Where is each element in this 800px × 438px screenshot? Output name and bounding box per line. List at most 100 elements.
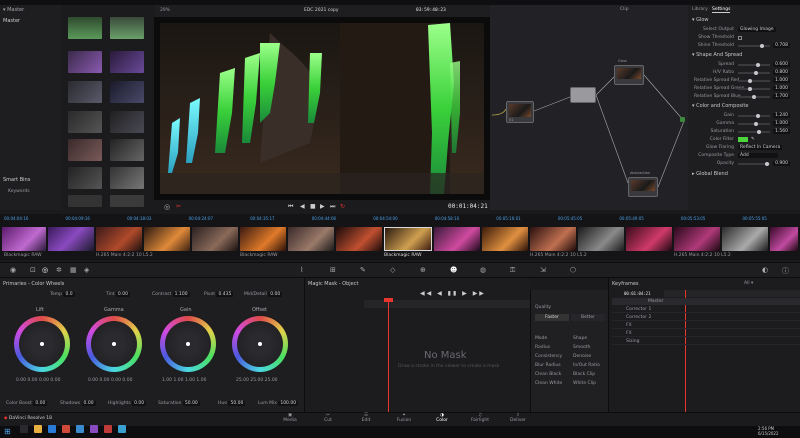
motion-effects-icon[interactable]: ◈: [84, 266, 89, 274]
node-splitter[interactable]: [570, 87, 596, 103]
media-thumb[interactable]: [68, 195, 102, 207]
window-icon[interactable]: ◇: [390, 266, 395, 274]
gain-wheel[interactable]: [160, 316, 216, 372]
glow-spread[interactable]: Spread 0.600: [694, 61, 790, 68]
timeline-clip[interactable]: [770, 227, 798, 251]
gamma-wheel[interactable]: [86, 316, 142, 372]
temp-control[interactable]: Temp 0.0: [50, 292, 75, 297]
camera-raw-icon[interactable]: ◉: [10, 266, 16, 274]
blur-icon[interactable]: ◍: [480, 266, 486, 274]
3d-icon[interactable]: ⬡: [570, 266, 576, 274]
pivot-control[interactable]: Pivot 0.435: [204, 292, 234, 297]
timeline-clip[interactable]: [434, 227, 480, 251]
timeline-clip-current[interactable]: [384, 227, 432, 251]
highlights-control[interactable]: Highlights 0.00: [108, 401, 147, 406]
color-wheels-icon[interactable]: ◎: [42, 266, 48, 274]
tracker-icon[interactable]: ⊕: [420, 266, 426, 274]
glow-flaring[interactable]: Glow Flaring Reflect In Camera: [694, 144, 790, 151]
mask-playhead-handle[interactable]: [384, 298, 393, 302]
page-tab-fairlight[interactable]: ♫ Fairlight: [460, 413, 500, 423]
timeline-clip[interactable]: [674, 227, 720, 251]
step-back-icon[interactable]: ◀: [300, 203, 305, 210]
glow-shine-threshold[interactable]: Shine Threshold 0.708: [694, 42, 790, 49]
glow-color-filter[interactable]: Color Filter ✎: [694, 136, 790, 143]
scopes-icon[interactable]: ◐: [762, 266, 768, 274]
contrast-control[interactable]: Contrast 1.100: [152, 292, 190, 297]
color-boost-control[interactable]: Color Boost 0.00: [6, 401, 48, 406]
loop-icon[interactable]: ↻: [340, 203, 345, 210]
app-icon[interactable]: [90, 425, 98, 433]
page-tab-media[interactable]: ▣ Media: [270, 413, 310, 423]
saturation-control[interactable]: Saturation 50.00: [158, 401, 200, 406]
page-tab-color[interactable]: ◑ Color: [422, 413, 462, 423]
search-icon[interactable]: [20, 425, 28, 433]
timeline-clip[interactable]: [336, 227, 382, 251]
sizing-icon[interactable]: ⇲: [540, 266, 546, 274]
media-thumb[interactable]: [110, 111, 144, 133]
media-thumb[interactable]: [68, 17, 102, 39]
lift-values[interactable]: 0.00 0.00 0.00 0.00: [16, 378, 60, 383]
resolve-taskbar-icon[interactable]: [104, 425, 112, 433]
smart-bins-header[interactable]: Smart Bins: [3, 177, 30, 183]
lift-wheel[interactable]: [14, 316, 70, 372]
media-thumb[interactable]: [110, 195, 144, 207]
mask-param-row[interactable]: Blur Radius In/Out Ratio: [535, 363, 607, 371]
flag-icon[interactable]: ✂: [176, 203, 181, 210]
mask-param-row[interactable]: Mode Shape: [535, 336, 607, 344]
keyframe-track[interactable]: Sizing: [612, 338, 800, 345]
media-thumb[interactable]: [110, 81, 144, 103]
sidebar-item-master[interactable]: Master: [3, 18, 20, 24]
timeline-clip[interactable]: [48, 227, 94, 251]
timeline-clip[interactable]: [722, 227, 768, 251]
node-editor[interactable]: Clip 01 Glow Abstraction: [490, 5, 688, 210]
viewer-frame[interactable]: [160, 23, 484, 194]
timeline-clip[interactable]: [482, 227, 528, 251]
media-thumb[interactable]: [68, 111, 102, 133]
timeline-clip[interactable]: [288, 227, 334, 251]
smart-bin-keywords[interactable]: Keywords: [8, 189, 30, 194]
node-01[interactable]: 01: [506, 101, 534, 123]
timeline-clip[interactable]: [96, 227, 142, 251]
media-thumb[interactable]: [68, 167, 102, 189]
timeline-clip[interactable]: [2, 227, 46, 251]
file-explorer-icon[interactable]: [34, 425, 42, 433]
media-thumb[interactable]: [110, 139, 144, 161]
mask-param-row[interactable]: Consistency Denoise: [535, 354, 607, 362]
glow-spread-red[interactable]: Relative Spread Red 1.000: [694, 77, 790, 84]
rgb-mixer-icon[interactable]: ▦: [70, 266, 77, 274]
keyframe-track[interactable]: Corrector 1: [612, 306, 800, 313]
keyframes-master-row[interactable]: Master: [612, 298, 800, 305]
keyframe-track[interactable]: Corrector 2: [612, 314, 800, 321]
timeline-clip[interactable]: [192, 227, 238, 251]
hue-control[interactable]: Hue 50.00: [218, 401, 246, 406]
rewind-icon[interactable]: ⏮: [288, 203, 293, 211]
glow-spread-blue[interactable]: Relative Spread Blue 1.700: [694, 93, 790, 100]
node-abstraction[interactable]: [628, 177, 658, 197]
node-glow[interactable]: [614, 65, 644, 85]
page-tab-fusion[interactable]: ✦ Fusion: [384, 413, 424, 423]
mask-param-row[interactable]: Radius Smooth: [535, 345, 607, 353]
middetail-control[interactable]: Mid/Detail 0.00: [244, 292, 283, 297]
glow-show-threshold[interactable]: Show Threshold: [694, 34, 790, 41]
page-tab-deliver[interactable]: ⇪ Deliver: [498, 413, 538, 423]
node-output[interactable]: [680, 117, 685, 122]
tab-settings[interactable]: Settings: [712, 7, 731, 13]
onion-skin-icon[interactable]: ◎: [164, 203, 170, 211]
timeline-clip[interactable]: [578, 227, 624, 251]
hdr-icon[interactable]: ✲: [56, 266, 62, 274]
offset-values[interactable]: 25.00 25.00 25.00: [236, 378, 278, 383]
glow-spread-green[interactable]: Relative Spread Green 1.000: [694, 85, 790, 92]
magic-mask-transport[interactable]: ◀◀ ◀ ▮▮ ▶ ▶▶: [420, 290, 486, 297]
mail-icon[interactable]: [76, 425, 84, 433]
app-icon[interactable]: [118, 425, 126, 433]
play-icon[interactable]: ▶: [320, 203, 325, 210]
page-tab-cut[interactable]: ✂ Cut: [308, 413, 348, 423]
magic-mask-icon[interactable]: ☻: [450, 266, 457, 274]
zoom-level[interactable]: 29%: [160, 8, 170, 13]
info-icon[interactable]: ⓘ: [782, 266, 789, 276]
viewer[interactable]: [154, 17, 490, 200]
glow-saturation[interactable]: Saturation 1.560: [694, 128, 790, 135]
color-warper-icon[interactable]: ⊞: [330, 266, 336, 274]
gain-values[interactable]: 1.00 1.00 1.00 1.00: [162, 378, 206, 383]
media-thumb[interactable]: [110, 167, 144, 189]
